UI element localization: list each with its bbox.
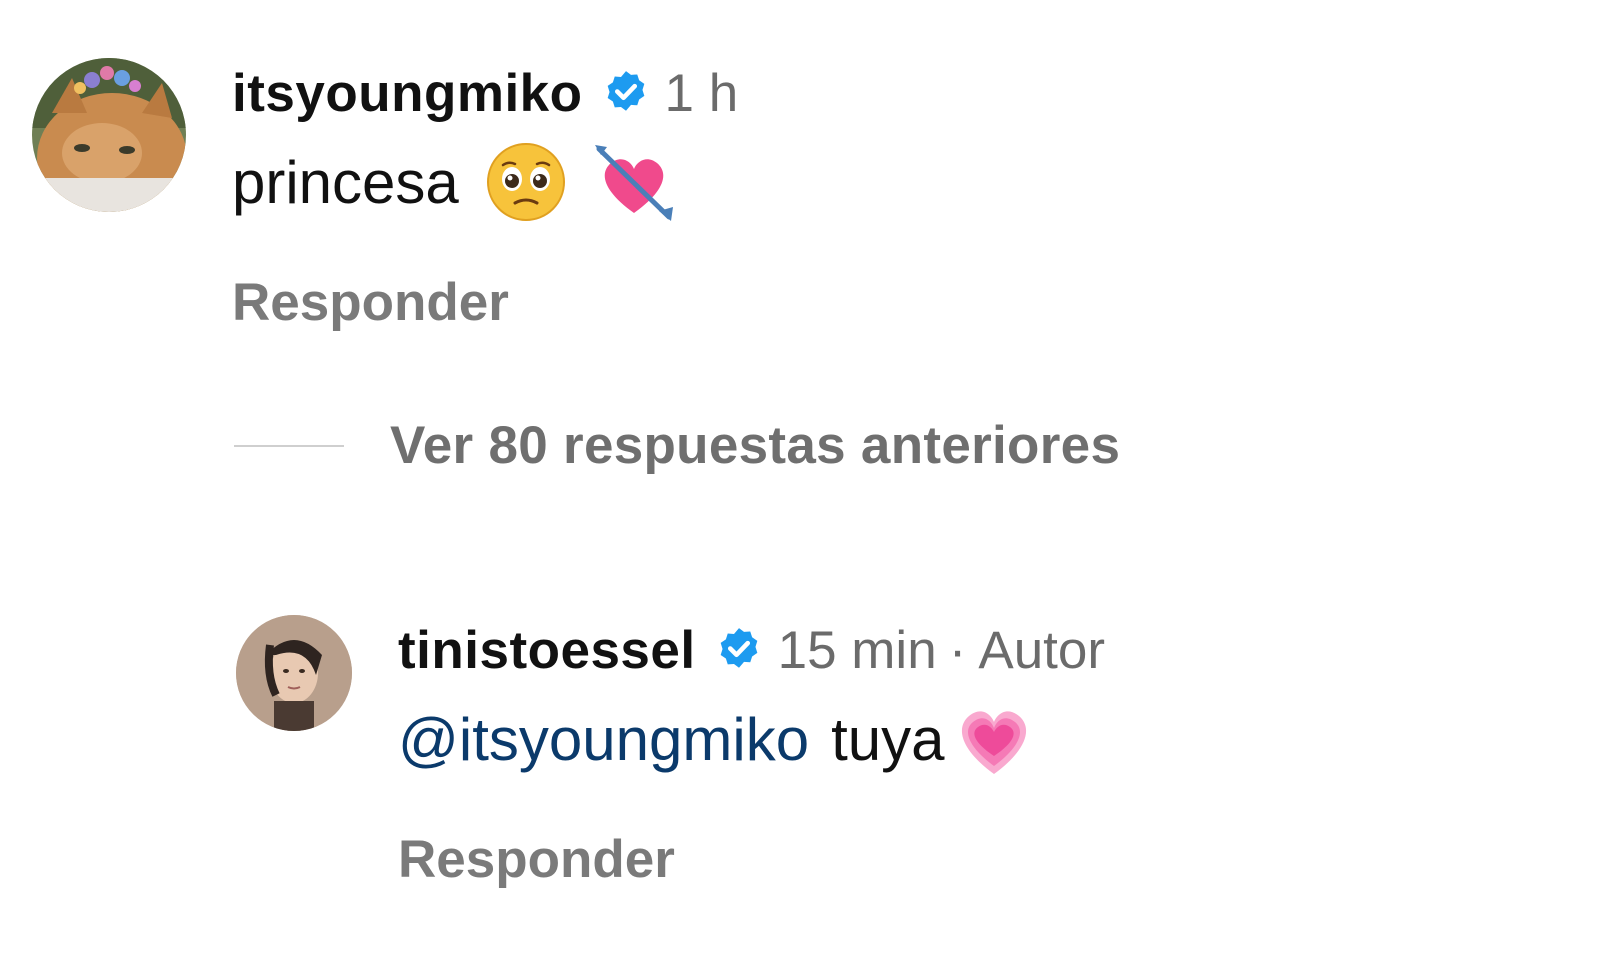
username[interactable]: tinistoessel — [398, 620, 696, 681]
comment-text: @itsyoungmiko tuya — [398, 689, 1105, 789]
comment-text-content: tuya — [831, 705, 945, 773]
avatar[interactable] — [236, 615, 352, 731]
verified-badge-icon — [714, 625, 764, 675]
avatar[interactable] — [32, 58, 186, 212]
author-badge: Autor — [978, 620, 1106, 680]
heart-with-arrow-icon — [593, 141, 675, 223]
comment-text-content: princesa — [232, 148, 459, 216]
comment-text: princesa — [232, 132, 738, 232]
username[interactable]: itsyoungmiko — [232, 63, 583, 124]
separator: · — [948, 620, 967, 680]
reply-comment: tinistoessel 15 min · Autor @itsyoungmiko … — [236, 615, 1105, 890]
timestamp: 15 min — [777, 620, 937, 680]
meta: 15 min · Autor — [778, 620, 1105, 681]
pleading-face-icon — [485, 141, 567, 223]
reply-button[interactable]: Responder — [232, 272, 738, 333]
verified-badge-icon — [601, 68, 651, 118]
view-previous-replies-label: Ver 80 respuestas anteriores — [390, 416, 1121, 475]
timestamp: 1 h — [664, 63, 739, 123]
divider-line — [234, 444, 344, 447]
cat-avatar-image — [32, 58, 186, 212]
comments-thread: itsyoungmiko 1 h princesa Responder Ver … — [0, 0, 1600, 967]
reply-button[interactable]: Responder — [398, 829, 1105, 890]
mention-link[interactable]: @itsyoungmiko — [398, 705, 809, 774]
growing-heart-icon — [953, 698, 1035, 780]
comment-body: itsyoungmiko 1 h princesa Responder — [232, 60, 738, 333]
comment-header: itsyoungmiko 1 h — [232, 60, 738, 126]
comment: itsyoungmiko 1 h princesa Responder — [32, 58, 738, 333]
comment-header: tinistoessel 15 min · Autor — [398, 617, 1105, 683]
woman-avatar-image — [236, 615, 352, 731]
comment-body: tinistoessel 15 min · Autor @itsyoungmiko … — [398, 617, 1105, 890]
view-previous-replies-button[interactable]: Ver 80 respuestas anteriores — [234, 415, 1120, 476]
